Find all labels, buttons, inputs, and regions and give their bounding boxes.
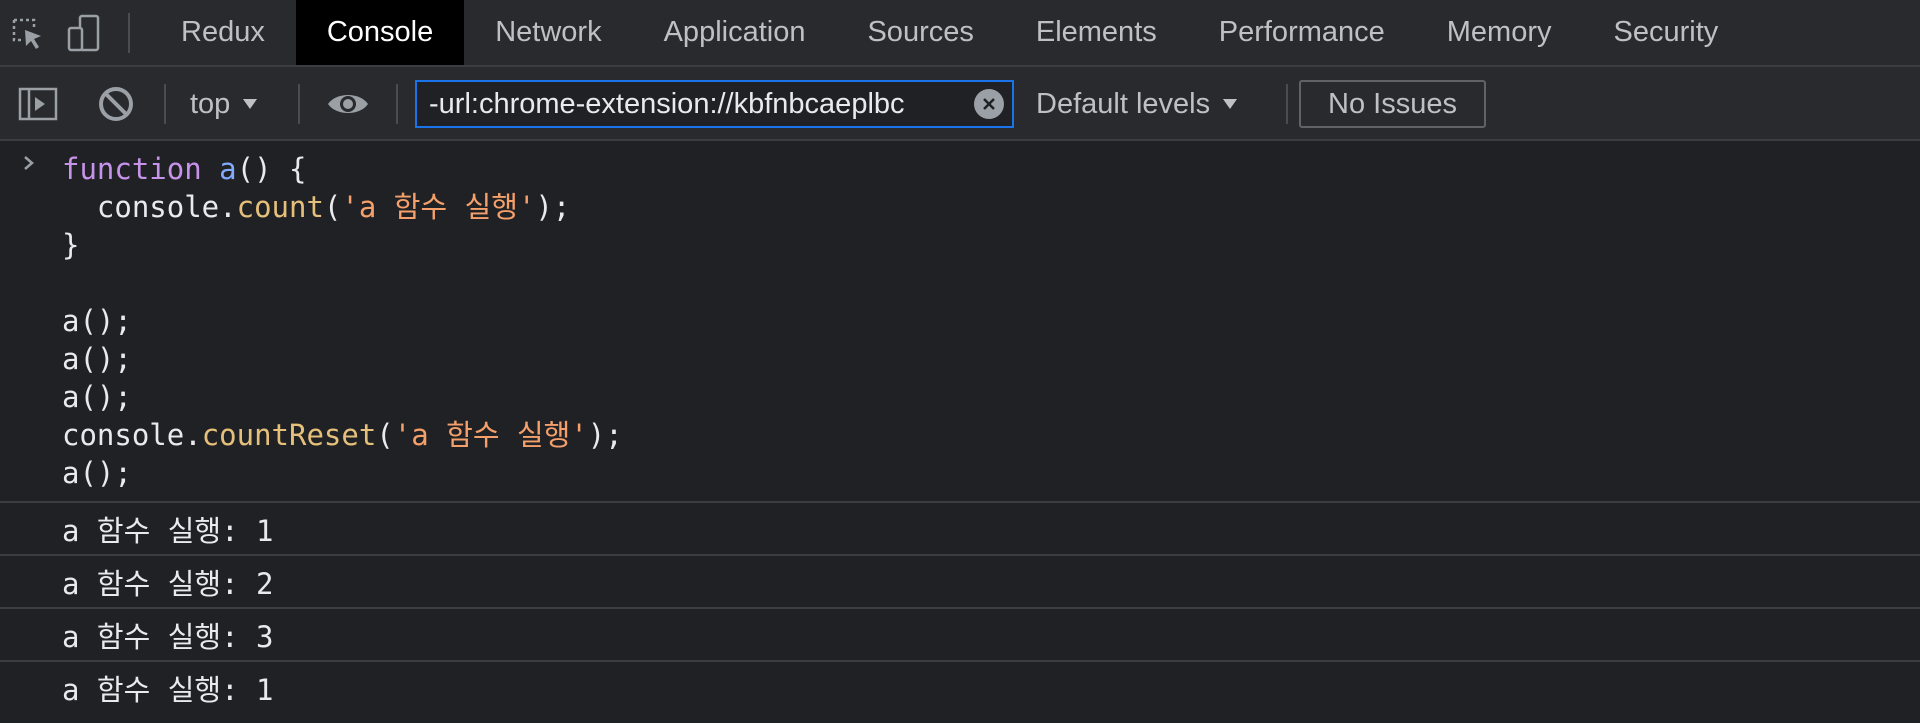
tab-label: Console	[326, 16, 434, 48]
tab-label: Performance	[1218, 16, 1385, 48]
console-toolbar: top Default levels No Issues	[0, 67, 1920, 141]
code-string: 'a 함수 실행'	[341, 190, 536, 224]
clear-filter-icon[interactable]	[974, 89, 1004, 119]
code-string: 'a 함수 실행'	[393, 418, 588, 452]
tab-memory[interactable]: Memory	[1416, 0, 1583, 65]
code-text: a();	[62, 456, 132, 490]
console-filter-field[interactable]	[415, 80, 1014, 128]
output-text: a 함수 실행: 1	[62, 672, 274, 707]
devtools-tab-bar: Redux Console Network Application Source…	[0, 0, 1920, 67]
code-text: );	[587, 418, 623, 452]
code-text: }	[62, 228, 80, 262]
code-text: console.	[62, 418, 202, 452]
command-input-code: function a() { console.count('a 함수 실행');…	[62, 150, 623, 492]
tab-console[interactable]: Console	[295, 0, 465, 65]
console-messages: function a() { console.count('a 함수 실행');…	[0, 141, 1920, 723]
output-text: a 함수 실행: 1	[62, 513, 274, 548]
tab-redux[interactable]: Redux	[150, 0, 296, 65]
issues-button[interactable]: No Issues	[1299, 80, 1486, 128]
dropdown-arrow-icon	[1223, 99, 1238, 109]
code-text: (	[376, 418, 394, 452]
chevron-right-icon	[24, 156, 34, 170]
toolbar-divider	[396, 84, 398, 124]
output-text: a 함수 실행: 3	[62, 619, 274, 654]
code-text: a();	[62, 342, 132, 376]
tab-label: Sources	[867, 16, 974, 48]
log-levels-dropdown[interactable]: Default levels	[1036, 85, 1238, 123]
context-selector[interactable]: top	[190, 85, 258, 123]
device-toolbar-icon[interactable]	[56, 0, 112, 67]
filter-input[interactable]	[417, 82, 965, 126]
tab-performance[interactable]: Performance	[1188, 0, 1416, 65]
issues-label: No Issues	[1328, 87, 1457, 120]
tab-network[interactable]: Network	[464, 0, 632, 65]
console-output-row: a 함수 실행: 3	[0, 607, 1920, 660]
toolbar-divider	[128, 12, 130, 53]
code-text: () {	[236, 152, 307, 186]
tab-security[interactable]: Security	[1583, 0, 1750, 65]
inspect-element-icon[interactable]	[0, 0, 56, 67]
code-text: console.	[62, 190, 237, 224]
context-label: top	[190, 87, 231, 120]
toolbar-divider	[1286, 84, 1288, 124]
code-text: a();	[62, 304, 132, 338]
toolbar-divider	[164, 84, 166, 124]
tab-label: Security	[1613, 16, 1719, 48]
tab-label: Application	[663, 16, 806, 48]
tab-sources[interactable]: Sources	[836, 0, 1004, 65]
code-text: (	[323, 190, 342, 224]
live-expression-eye-icon[interactable]	[324, 86, 372, 122]
code-function-name: a	[219, 152, 237, 186]
console-output-row: a 함수 실행: 1	[0, 501, 1920, 554]
code-keyword: function	[62, 152, 202, 186]
dropdown-arrow-icon	[243, 99, 258, 109]
code-text: a();	[62, 380, 132, 414]
code-text: );	[535, 190, 571, 224]
tab-label: Redux	[181, 16, 265, 48]
console-output-row: a 함수 실행: 2	[0, 554, 1920, 607]
levels-label: Default levels	[1036, 87, 1211, 120]
tab-label: Memory	[1446, 16, 1552, 48]
tab-application[interactable]: Application	[633, 0, 837, 65]
clear-console-icon[interactable]	[96, 84, 136, 124]
code-method: count	[236, 190, 324, 224]
toolbar-divider	[298, 84, 300, 124]
tab-label: Network	[495, 16, 602, 48]
tab-label: Elements	[1035, 16, 1157, 48]
code-method: countReset	[201, 418, 377, 452]
tab-elements[interactable]: Elements	[1005, 0, 1188, 65]
sidebar-toggle-icon[interactable]	[16, 84, 60, 124]
console-output-row: a 함수 실행: 1	[0, 660, 1920, 713]
output-text: a 함수 실행: 2	[62, 566, 274, 601]
